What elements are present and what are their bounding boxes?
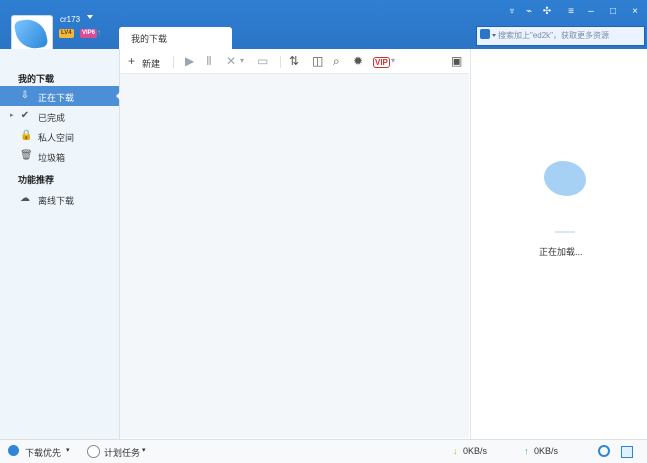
expand-icon[interactable]: ▸ [10, 111, 14, 119]
chevron-down-icon[interactable]: ▾ [240, 53, 244, 69]
maximize-icon[interactable]: □ [607, 6, 619, 18]
chevron-down-icon[interactable]: ▾ [142, 446, 146, 454]
search-icon[interactable]: ⌕ [333, 53, 340, 69]
sidebar-item-completed[interactable]: ▸ ✔ 已完成 [0, 106, 119, 126]
chevron-down-icon[interactable]: ▾ [66, 446, 70, 454]
status-bar: 下载优先 ▾ 计划任务 ▾ ↓ 0KB/s ↑ 0KB/s [0, 439, 647, 463]
level-badge: LV4 [59, 29, 74, 38]
sidebar-section-title: 我的下载 [18, 74, 55, 84]
folder-icon[interactable]: ▭ [257, 53, 268, 69]
search-engine-icon[interactable] [480, 29, 490, 39]
download-list-area[interactable] [120, 74, 469, 438]
menu-icon[interactable]: ≡ [565, 6, 577, 18]
play-icon[interactable]: ▶ [185, 53, 194, 69]
sidebar-section-title: 功能推荐 [18, 175, 55, 185]
lock-icon: 🔒 [20, 130, 33, 141]
trash-icon: 🗑 [20, 150, 33, 161]
sidebar-item-label: 私人空间 [38, 133, 75, 143]
tab-label: 我的下载 [131, 34, 168, 44]
settings-icon[interactable]: ✹ [353, 53, 363, 69]
sidebar: 我的下载 ⇩ 正在下载 ▸ ✔ 已完成 🔒 私人空间 🗑 垃圾箱 功能推荐 ☁ … [0, 49, 120, 439]
refresh-icon[interactable] [598, 445, 610, 457]
sidebar-item-label: 垃圾箱 [38, 153, 66, 163]
download-icon: ⇩ [20, 90, 30, 101]
wifi-icon[interactable]: ⌁ [523, 6, 535, 18]
scheduled-task-label[interactable]: 计划任务 [104, 446, 140, 459]
pause-icon[interactable]: Ⅱ [206, 53, 212, 69]
upload-arrow-icon: ↑ [524, 446, 529, 456]
search-box[interactable]: 搜索加上"ed2k"，获取更多资源 [476, 26, 645, 46]
vip-icon[interactable]: VIP [373, 57, 390, 68]
sidebar-item-label: 正在下载 [38, 93, 75, 103]
lock-box-icon[interactable]: ▣ [451, 53, 462, 69]
sidebar-item-label: 已完成 [38, 113, 66, 123]
plus-icon[interactable]: + [128, 53, 135, 69]
download-arrow-icon: ↓ [453, 446, 458, 456]
loading-text: 正在加载... [539, 247, 583, 257]
bird-icon [13, 16, 49, 52]
new-button[interactable]: 新建 [142, 57, 160, 70]
sidebar-item-label: 离线下载 [38, 196, 75, 206]
check-icon: ✔ [20, 110, 30, 121]
loading-bird-icon [544, 161, 586, 196]
sidebar-item-offline-download[interactable]: ☁ 离线下载 [0, 189, 119, 209]
username[interactable]: cr173 [60, 15, 80, 24]
tab-my-downloads[interactable]: 我的下载 [119, 27, 232, 49]
chevron-down-icon[interactable] [492, 34, 496, 37]
right-panel: 正在加载... [470, 49, 647, 439]
chevron-down-icon[interactable]: ▾ [391, 53, 395, 69]
title-bar: cr173 LV4 VIP6 ↑ 我的下载 ♆ ⌁ ✣ ≡ – □ × 搜索加上… [0, 0, 647, 60]
divider [280, 56, 281, 68]
vip-badge: VIP6 [80, 29, 98, 38]
delete-icon[interactable]: ✕ [226, 53, 236, 69]
details-icon[interactable]: ◫ [312, 53, 323, 69]
chevron-down-icon[interactable] [87, 15, 93, 19]
download-priority-label[interactable]: 下载优先 [25, 446, 61, 459]
clock-icon[interactable] [87, 445, 100, 458]
cloud-download-icon: ☁ [20, 193, 30, 204]
sidebar-item-private-space[interactable]: 🔒 私人空间 [0, 126, 119, 146]
shirt-icon[interactable]: ♆ [506, 6, 518, 18]
sort-icon[interactable]: ⇅ [289, 53, 299, 69]
minimize-icon[interactable]: – [585, 6, 597, 18]
loading-indicator [555, 231, 575, 233]
panel-icon[interactable] [621, 446, 633, 458]
close-icon[interactable]: × [629, 6, 641, 18]
search-input[interactable]: 搜索加上"ed2k"，获取更多资源 [498, 30, 641, 41]
upload-speed: 0KB/s [534, 446, 559, 456]
flower-icon[interactable]: ✣ [541, 6, 553, 18]
sidebar-item-downloading[interactable]: ⇩ 正在下载 [0, 86, 120, 106]
divider [173, 56, 174, 68]
sidebar-item-trash[interactable]: 🗑 垃圾箱 [0, 146, 119, 166]
shield-icon[interactable] [8, 445, 19, 456]
upgrade-arrow-icon: ↑ [97, 28, 101, 37]
toolbar: + 新建 ▶ Ⅱ ✕ ▾ ▭ ⇅ ◫ ⌕ ✹ VIP ▾ ▣ [120, 49, 469, 74]
download-speed: 0KB/s [463, 446, 488, 456]
